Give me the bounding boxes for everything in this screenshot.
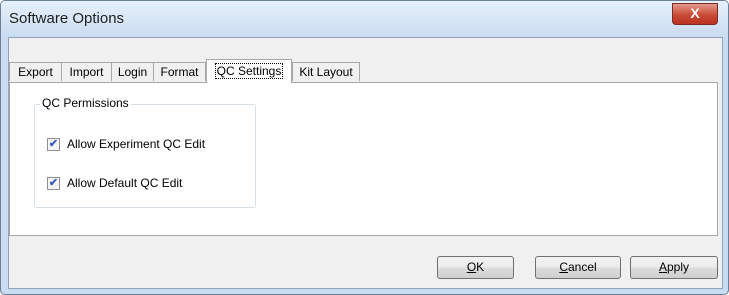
tab-label: Login <box>117 65 148 79</box>
apply-button[interactable]: Apply <box>630 256 718 279</box>
checkbox-label[interactable]: Allow Experiment QC Edit <box>67 137 205 151</box>
tab-import[interactable]: Import <box>61 62 112 81</box>
title-bar[interactable]: Software Options X <box>1 1 728 37</box>
tab-label: Format <box>160 65 199 79</box>
qc-permissions-legend: QC Permissions <box>40 96 131 110</box>
tab-label: QC Settings <box>214 63 284 79</box>
checkbox-box[interactable]: ✔ <box>47 138 60 151</box>
checkmark-icon: ✔ <box>48 177 59 189</box>
tab-label: Kit Layout <box>299 65 353 79</box>
close-icon: X <box>690 5 700 21</box>
tab-login[interactable]: Login <box>111 62 154 81</box>
tab-format[interactable]: Format <box>153 62 206 81</box>
tab-export[interactable]: Export <box>9 62 62 81</box>
tab-qc-settings[interactable]: QC Settings <box>206 59 292 83</box>
window-title: Software Options <box>9 10 125 27</box>
qc-permissions-group <box>34 104 256 208</box>
close-button[interactable]: X <box>672 3 718 25</box>
checkbox-box[interactable]: ✔ <box>47 177 60 190</box>
cancel-button[interactable]: Cancel <box>535 256 621 279</box>
ok-button[interactable]: OK <box>437 256 514 279</box>
tab-label: Export <box>18 65 53 79</box>
tab-label: Import <box>69 65 104 79</box>
tab-kit-layout[interactable]: Kit Layout <box>292 62 360 81</box>
checkbox-label[interactable]: Allow Default QC Edit <box>67 176 182 190</box>
checkmark-icon: ✔ <box>48 138 59 150</box>
